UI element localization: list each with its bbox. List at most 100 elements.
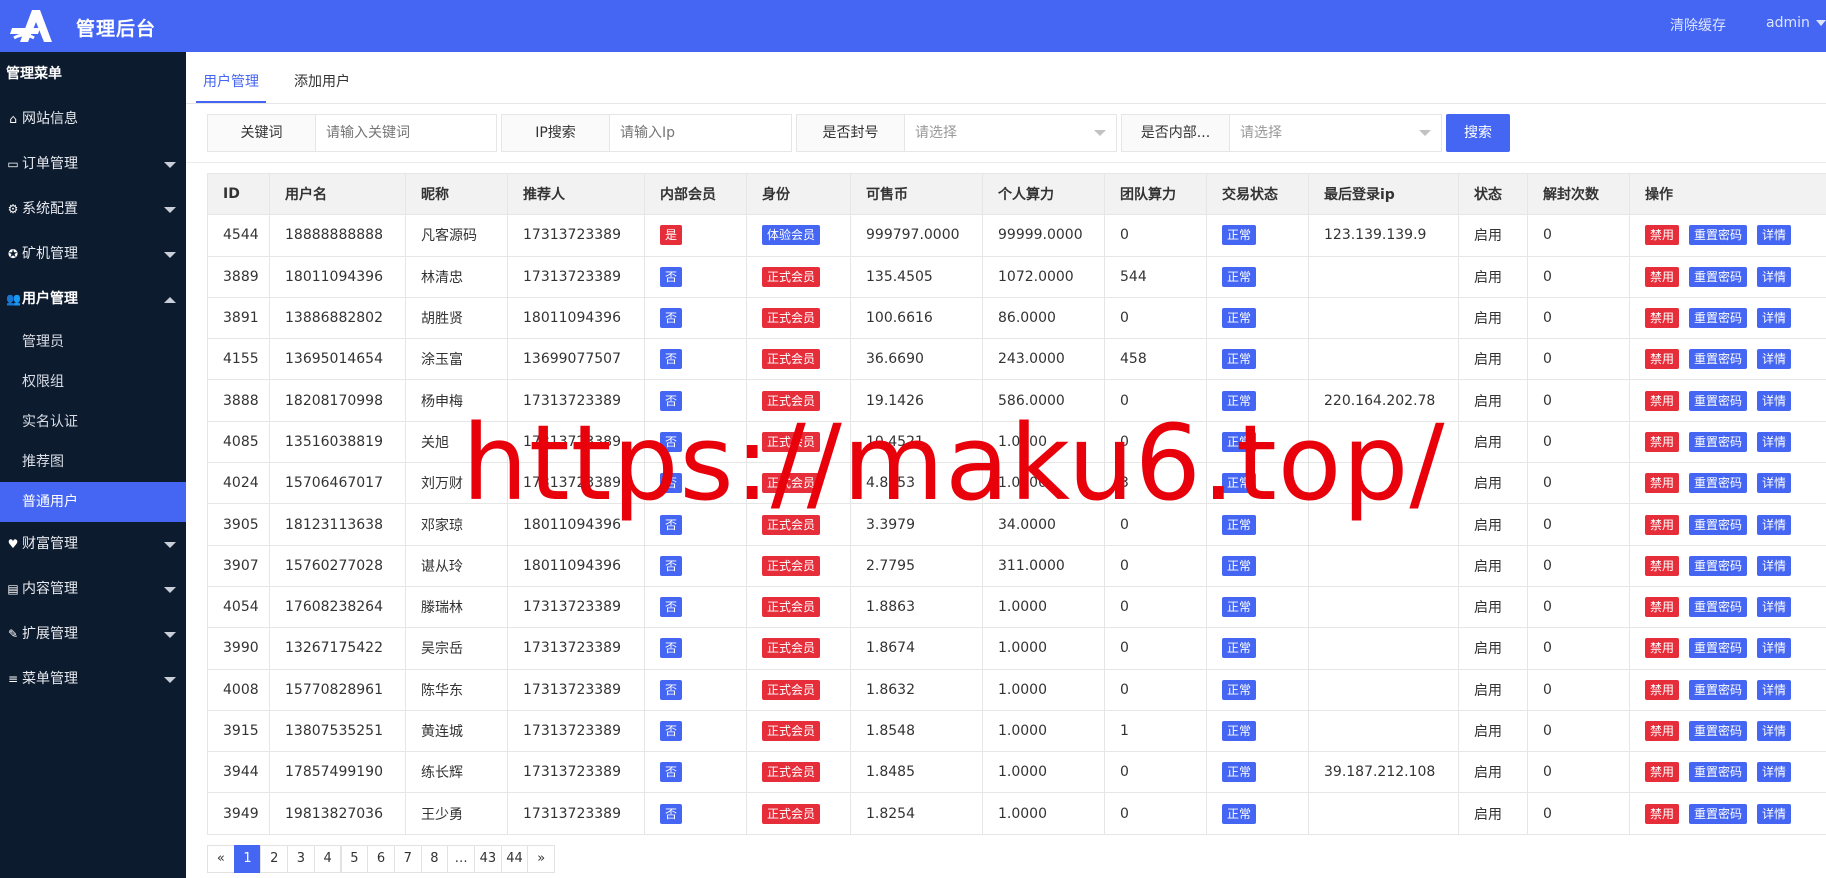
sidebar-sub-referral-chart[interactable]: 推荐图 (0, 442, 186, 482)
reset-password-button[interactable]: 重置密码 (1689, 390, 1748, 411)
disable-button[interactable]: 禁用 (1645, 638, 1680, 659)
sidebar-item-menus[interactable]: ≡ 菜单管理 (0, 657, 186, 702)
internal-select[interactable]: 请选择 (1230, 115, 1430, 151)
column-header: 内部会员 (644, 172, 747, 216)
disable-button[interactable]: 禁用 (1645, 679, 1680, 700)
details-button[interactable]: 详情 (1757, 762, 1792, 783)
details-button[interactable]: 详情 (1757, 225, 1792, 246)
sidebar-item-extensions[interactable]: ✎ 扩展管理 (0, 612, 186, 657)
disable-button[interactable]: 禁用 (1645, 597, 1680, 618)
disable-button[interactable]: 禁用 (1645, 803, 1680, 824)
table-cell: 34.0000 (982, 503, 1105, 546)
sidebar-item-content[interactable]: ▤ 内容管理 (0, 567, 186, 612)
details-button[interactable]: 详情 (1757, 721, 1792, 741)
sidebar-item-site-info[interactable]: ⌂ 网站信息 (0, 97, 186, 142)
details-button[interactable]: 详情 (1757, 638, 1792, 659)
details-button[interactable]: 详情 (1757, 431, 1792, 452)
disable-button[interactable]: 禁用 (1645, 721, 1680, 741)
reset-password-button[interactable]: 重置密码 (1689, 266, 1748, 287)
banned-select[interactable]: 请选择 (905, 115, 1105, 151)
clear-cache-link[interactable]: 清除缓存 (1670, 15, 1726, 35)
disable-button[interactable]: 禁用 (1645, 762, 1680, 783)
tab-user-management[interactable]: 用户管理 (196, 64, 266, 104)
table-cell: 涂玉富 (405, 338, 508, 381)
disable-button[interactable]: 禁用 (1645, 308, 1680, 329)
details-button[interactable]: 详情 (1757, 266, 1792, 287)
disable-button[interactable]: 禁用 (1645, 514, 1680, 535)
page-button[interactable]: 3 (287, 845, 315, 873)
disable-button[interactable]: 禁用 (1645, 473, 1680, 494)
details-button[interactable]: 详情 (1757, 308, 1792, 329)
disable-button[interactable]: 禁用 (1645, 225, 1680, 246)
actions-cell: 禁用 重置密码 详情 (1629, 379, 1826, 422)
reset-password-button[interactable]: 重置密码 (1689, 349, 1748, 370)
ip-input[interactable] (610, 115, 790, 151)
details-button[interactable]: 详情 (1757, 473, 1792, 494)
search-button[interactable]: 搜索 (1446, 114, 1510, 152)
page-button[interactable]: 44 (500, 845, 529, 873)
reset-password-button[interactable]: 重置密码 (1689, 803, 1748, 824)
sidebar-item-users[interactable]: 👥用户管理 (0, 277, 186, 322)
sidebar-item-wealth[interactable]: ♥ 财富管理 (0, 522, 186, 567)
page-button[interactable]: 1 (233, 845, 262, 873)
sidebar-item-label: 用户管理 (22, 291, 78, 307)
page-button[interactable]: 5 (340, 845, 369, 873)
disable-button[interactable]: 禁用 (1645, 431, 1680, 452)
sidebar-item-system-config[interactable]: ⚙ 系统配置 (0, 187, 186, 232)
page-button[interactable]: 7 (393, 845, 422, 873)
page-button[interactable]: 4 (313, 845, 342, 873)
reset-password-button[interactable]: 重置密码 (1689, 679, 1748, 700)
sidebar-sub-permission-groups[interactable]: 权限组 (0, 362, 186, 402)
details-button[interactable]: 详情 (1757, 349, 1792, 370)
sidebar-sub-regular-users[interactable]: 普通用户 (0, 482, 186, 522)
details-button[interactable]: 详情 (1757, 597, 1792, 618)
details-button[interactable]: 详情 (1757, 514, 1792, 535)
identity-badge: 正式会员 (762, 473, 821, 494)
internal-member-badge: 否 (660, 390, 683, 411)
identity-badge: 正式会员 (762, 308, 821, 329)
reset-password-button[interactable]: 重置密码 (1689, 225, 1748, 246)
trade-status-badge: 正常 (1222, 679, 1257, 700)
prev-page-button[interactable]: « (207, 845, 235, 873)
table-row: 4155 13695014654 涂玉富 13699077507 否 正式会员 36.669… (207, 338, 1826, 381)
reset-password-button[interactable]: 重置密码 (1689, 514, 1748, 535)
details-button[interactable]: 详情 (1757, 390, 1792, 411)
tab-add-user[interactable]: 添加用户 (294, 64, 354, 104)
reset-password-button[interactable]: 重置密码 (1689, 597, 1748, 618)
user-name: admin (1766, 15, 1810, 31)
reset-password-button[interactable]: 重置密码 (1689, 308, 1748, 329)
sidebar-sub-real-name[interactable]: 实名认证 (0, 402, 186, 442)
disable-button[interactable]: 禁用 (1645, 266, 1680, 287)
reset-password-button[interactable]: 重置密码 (1689, 721, 1748, 741)
users-icon: 👥 (6, 292, 21, 306)
disable-button[interactable]: 禁用 (1645, 349, 1680, 370)
disable-button[interactable]: 禁用 (1645, 555, 1680, 576)
disable-button[interactable]: 禁用 (1645, 390, 1680, 411)
table-row: 4008 15770828961 陈华东 17313723389 否 正式会员 1.8632… (207, 668, 1826, 711)
reset-password-button[interactable]: 重置密码 (1689, 473, 1748, 494)
details-button[interactable]: 详情 (1757, 803, 1792, 824)
table-cell: 3907 (207, 544, 270, 587)
keyword-input[interactable] (316, 115, 496, 151)
table-cell: 否 (644, 420, 747, 464)
reset-password-button[interactable]: 重置密码 (1689, 638, 1748, 659)
page-button[interactable]: 8 (420, 845, 449, 873)
reset-password-button[interactable]: 重置密码 (1689, 431, 1748, 452)
details-button[interactable]: 详情 (1757, 679, 1792, 700)
chevron-down-icon (164, 677, 176, 683)
table-cell: 正式会员 (746, 420, 851, 464)
sidebar-item-orders[interactable]: ▭ 订单管理 (0, 142, 186, 187)
user-menu[interactable]: admin (1766, 15, 1826, 31)
table-cell: 1.0000 (982, 420, 1105, 464)
trade-status-badge: 正常 (1222, 431, 1257, 452)
page-button[interactable]: 2 (260, 845, 289, 873)
sidebar-item-miners[interactable]: ✪ 矿机管理 (0, 232, 186, 277)
details-button[interactable]: 详情 (1757, 555, 1792, 576)
reset-password-button[interactable]: 重置密码 (1689, 762, 1748, 783)
sidebar-sub-admins[interactable]: 管理员 (0, 322, 186, 362)
page-button[interactable]: 43 (474, 845, 502, 873)
table-cell: 启用 (1458, 379, 1528, 422)
reset-password-button[interactable]: 重置密码 (1689, 555, 1748, 576)
page-button[interactable]: 6 (367, 845, 395, 873)
next-page-button[interactable]: » (527, 845, 556, 873)
